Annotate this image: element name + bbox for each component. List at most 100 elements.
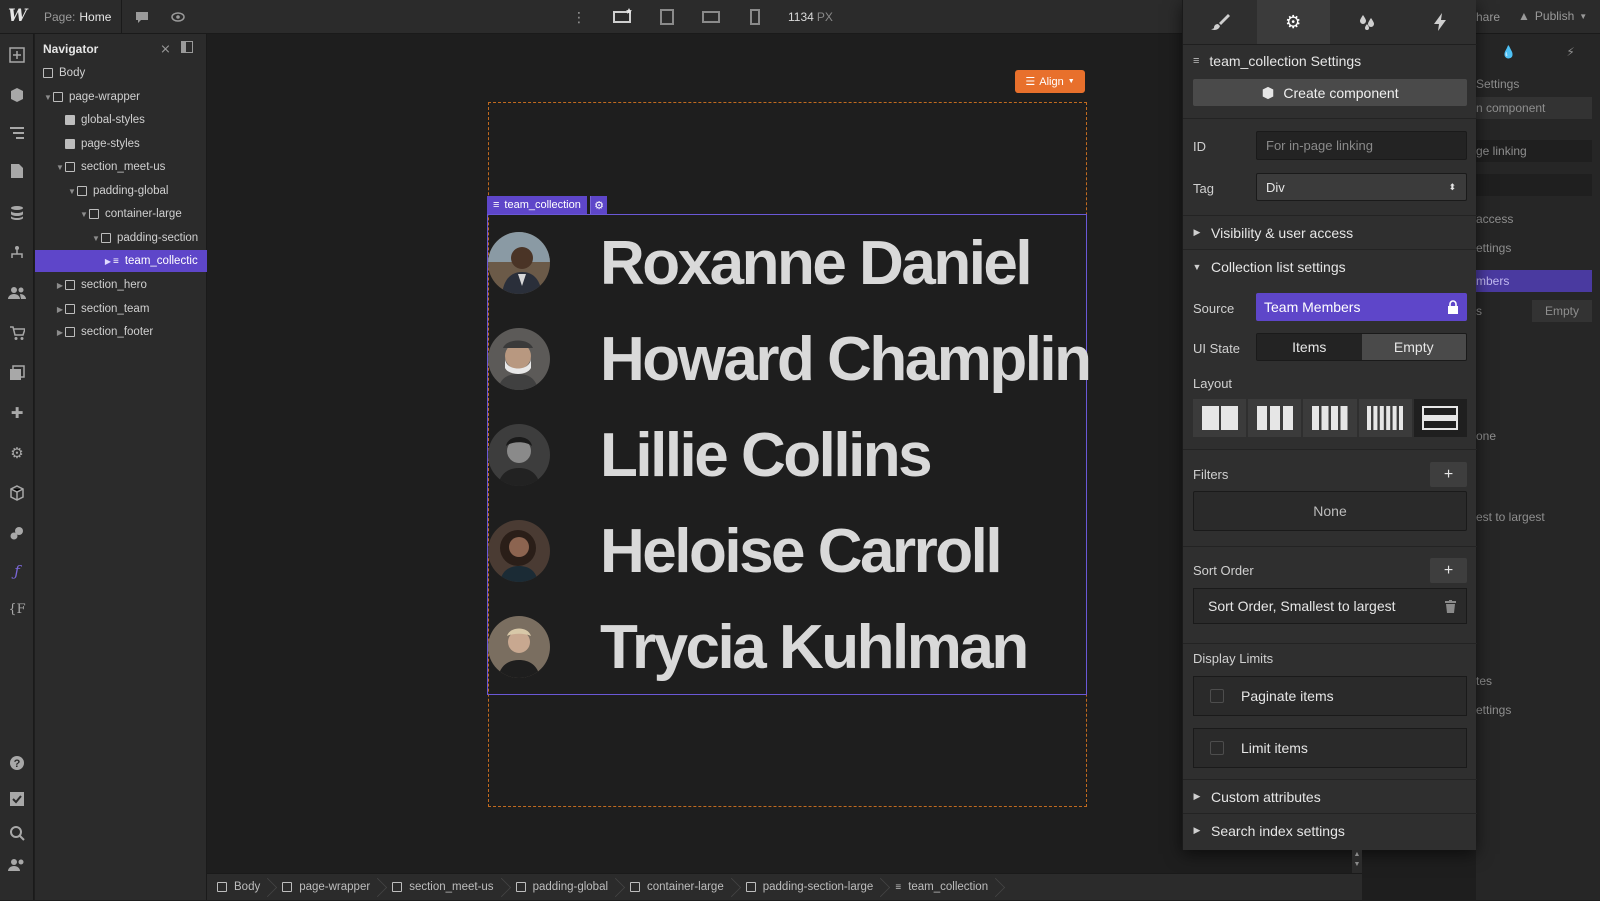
caret-right-icon[interactable]: ▶ (55, 281, 65, 290)
limit-checkbox[interactable] (1210, 741, 1224, 755)
tag-select[interactable]: Div ⬍ (1256, 173, 1467, 201)
nav-item-page-styles[interactable]: page-styles (35, 133, 207, 155)
caret-down-icon[interactable]: ▼ (43, 93, 53, 102)
caret-down-icon[interactable]: ▼ (79, 210, 89, 219)
nav-item-body[interactable]: Body (35, 62, 207, 84)
cms-database-icon[interactable] (6, 202, 28, 224)
page-selector[interactable]: Page: Home (44, 10, 111, 24)
search-index-section-toggle[interactable]: ▶ Search index settings (1183, 813, 1477, 847)
navigator-title: Navigator (43, 42, 99, 56)
collection-settings-section-toggle[interactable]: ▼ Collection list settings (1183, 249, 1477, 283)
breadcrumb-item[interactable]: section_meet-us (382, 874, 505, 901)
help-icon[interactable]: ? (6, 752, 28, 774)
collection-item[interactable]: Lillie Collins (488, 407, 1088, 503)
trash-icon[interactable] (1445, 599, 1456, 613)
users-icon[interactable] (6, 282, 28, 304)
limit-items-option[interactable]: Limit items (1193, 728, 1467, 768)
navigator-icon[interactable] (6, 122, 28, 144)
settings-gear-icon[interactable]: ⚙ (6, 442, 28, 464)
style-drops-icon[interactable] (6, 522, 28, 544)
collection-item[interactable]: Trycia Kuhlman (488, 599, 1088, 695)
breadcrumb-item[interactable]: container-large (620, 874, 736, 901)
preview-eye-icon[interactable] (167, 6, 189, 28)
settings-gear-tab[interactable]: ⚙ (1256, 0, 1330, 44)
paginate-checkbox[interactable] (1210, 689, 1224, 703)
fonts-icon[interactable]: ƒ (6, 560, 28, 582)
layout-4-columns-icon[interactable] (1303, 399, 1357, 437)
layout-3-columns-icon[interactable] (1248, 399, 1302, 437)
breadcrumb-item[interactable]: padding-global (506, 874, 620, 901)
caret-down-icon[interactable]: ▼ (67, 187, 77, 196)
ecommerce-cart-icon[interactable] (6, 322, 28, 344)
selected-element-tag[interactable]: ≡ team_collection (487, 196, 587, 214)
element-settings-gear-icon[interactable]: ⚙ (590, 196, 607, 214)
add-filter-button[interactable]: + (1430, 462, 1467, 487)
nav-item-page-wrapper[interactable]: ▼ page-wrapper (35, 86, 207, 108)
nav-item-global-styles[interactable]: global-styles (35, 109, 207, 131)
portrait-breakpoint-icon[interactable] (744, 6, 766, 28)
apps-puzzle-icon[interactable]: ✚ (6, 402, 28, 424)
caret-down-icon[interactable]: ▼ (91, 234, 101, 243)
source-select[interactable]: Team Members (1256, 293, 1467, 321)
webflow-logo[interactable]: W (8, 6, 28, 28)
landscape-breakpoint-icon[interactable] (700, 6, 722, 28)
audit-checkbox-icon[interactable] (6, 788, 28, 810)
interactions-bolt-tab[interactable] (1404, 0, 1478, 44)
canvas-scrollbar[interactable]: ▲ ▼ (1352, 850, 1362, 873)
variables-icon[interactable]: {F (6, 598, 28, 620)
ui-state-items-button[interactable]: Items (1257, 334, 1362, 360)
collection-item[interactable]: Heloise Carroll (488, 503, 1088, 599)
visibility-section-toggle[interactable]: ▶ Visibility & user access (1183, 215, 1477, 249)
create-component-button[interactable]: Create component (1193, 79, 1467, 106)
nav-item-padding-section[interactable]: ▼ padding-section (35, 227, 207, 249)
components-cube-icon[interactable] (6, 84, 28, 106)
paginate-items-option[interactable]: Paginate items (1193, 676, 1467, 716)
add-panel-icon[interactable] (6, 44, 28, 66)
tablet-breakpoint-icon[interactable] (656, 6, 678, 28)
nav-item-label: container-large (105, 208, 182, 220)
layout-2-columns-icon[interactable] (1193, 399, 1247, 437)
collaborators-icon[interactable] (6, 854, 28, 876)
search-icon[interactable] (6, 822, 28, 844)
ui-state-empty-button[interactable]: Empty (1361, 334, 1466, 360)
caret-right-icon[interactable]: ▶ (103, 257, 113, 266)
assets-icon[interactable] (6, 362, 28, 384)
nav-item-label: section_team (81, 303, 150, 315)
team-collection-list[interactable]: Roxanne Daniel Howard Champlin Lillie Co… (487, 214, 1092, 695)
add-sort-button[interactable]: + (1430, 558, 1467, 583)
breadcrumb-item[interactable]: Body (207, 874, 272, 901)
caret-right-icon[interactable]: ▶ (55, 328, 65, 337)
breadcrumb-item[interactable]: ≡ team_collection (885, 874, 1000, 901)
align-button[interactable]: ☰ Align ▼ (1015, 70, 1085, 93)
comment-icon[interactable] (131, 6, 153, 28)
collection-item[interactable]: Howard Champlin (488, 311, 1092, 407)
style-manager-drops-tab[interactable] (1330, 0, 1404, 44)
nav-item-section-team[interactable]: ▶ section_team (35, 298, 207, 320)
desktop-breakpoint-icon[interactable] (612, 6, 634, 28)
layout-rows-icon[interactable] (1413, 399, 1468, 437)
breadcrumb-item[interactable]: page-wrapper (272, 874, 382, 901)
nav-item-container-large[interactable]: ▼ container-large (35, 203, 207, 225)
pages-icon[interactable] (6, 160, 28, 182)
caret-down-icon[interactable]: ▼ (55, 163, 65, 172)
dock-panel-icon[interactable] (181, 41, 193, 53)
sort-order-item[interactable]: Sort Order, Smallest to largest (1193, 588, 1467, 624)
layout-6-columns-icon[interactable] (1358, 399, 1412, 437)
logic-flow-icon[interactable] (6, 242, 28, 264)
caret-right-icon[interactable]: ▶ (55, 305, 65, 314)
style-brush-tab[interactable] (1183, 0, 1257, 44)
collection-item[interactable]: Roxanne Daniel (488, 215, 1088, 311)
nav-item-padding-global[interactable]: ▼ padding-global (35, 180, 207, 202)
id-input[interactable]: For in-page linking (1256, 131, 1467, 160)
nav-item-section-hero[interactable]: ▶ section_hero (35, 274, 207, 296)
breadcrumb-item[interactable]: padding-section-large (736, 874, 886, 901)
pin-icon[interactable]: ⨯ (160, 41, 171, 57)
share-button[interactable]: hare (1476, 10, 1500, 24)
nav-item-section-meet-us[interactable]: ▼ section_meet-us (35, 156, 207, 178)
more-options-icon[interactable]: ⋮ (568, 6, 590, 28)
publish-button[interactable]: ▲ Publish ▼ (1518, 9, 1587, 23)
nav-item-team-collection[interactable]: ▶ ≡ team_collectic (35, 250, 207, 272)
nav-item-section-footer[interactable]: ▶ section_footer (35, 321, 207, 343)
custom-attributes-section-toggle[interactable]: ▶ Custom attributes (1183, 779, 1477, 813)
packages-box-icon[interactable] (6, 482, 28, 504)
